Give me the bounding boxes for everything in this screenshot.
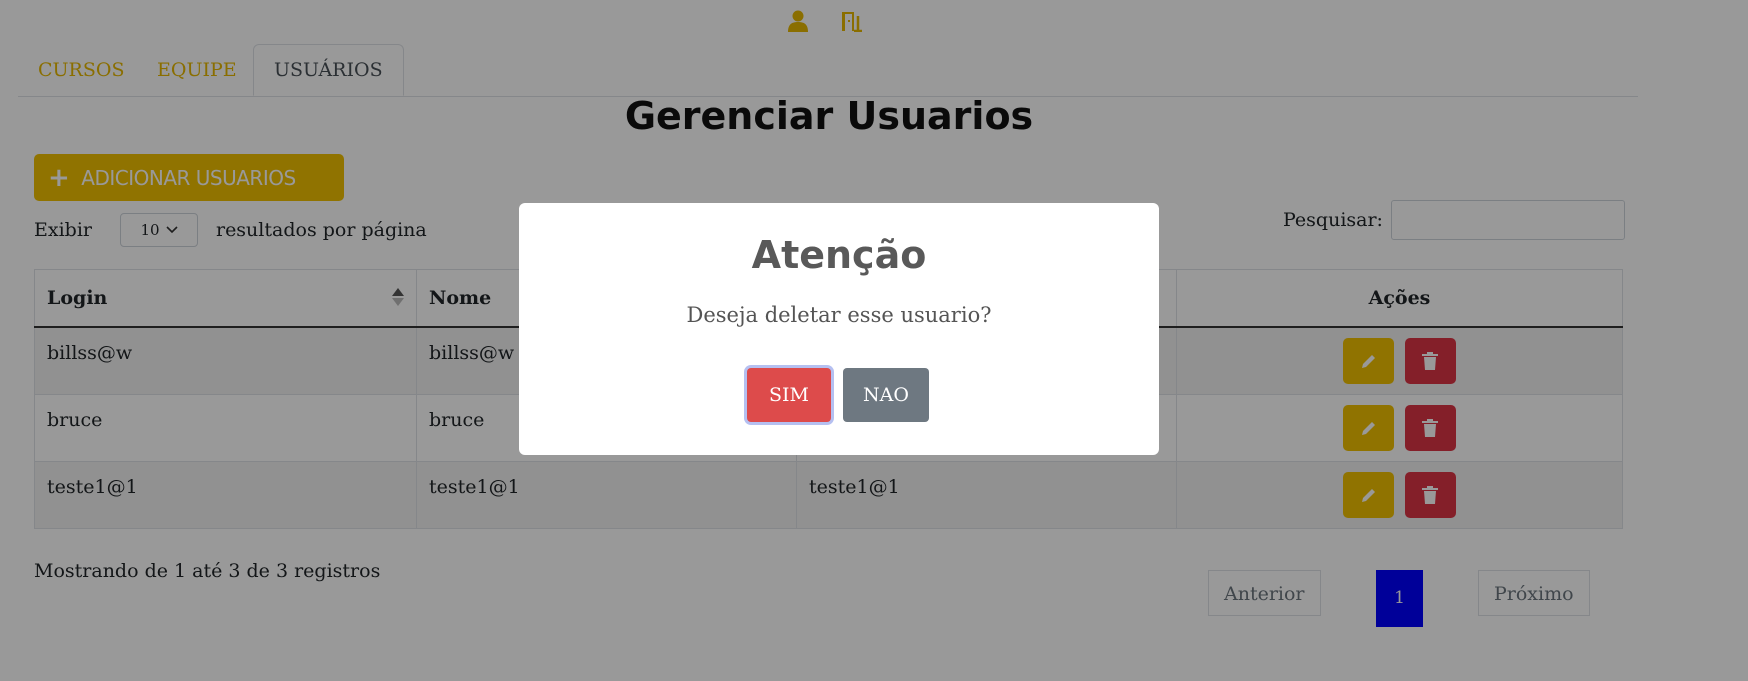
cancel-no-button[interactable]: NAO [843,368,929,422]
confirm-yes-button[interactable]: SIM [747,368,831,422]
dialog-message: Deseja deletar esse usuario? [686,303,992,327]
dialog-title: Atenção [751,233,927,277]
confirm-dialog: Atenção Deseja deletar esse usuario? SIM… [519,203,1159,455]
